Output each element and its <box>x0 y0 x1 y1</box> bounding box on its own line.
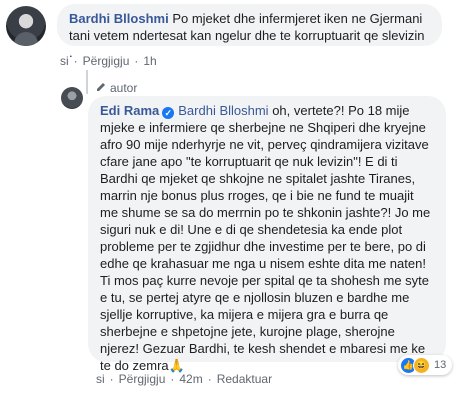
reply-button[interactable]: Përgjigju <box>83 54 130 68</box>
comment-bubble: Bardhi Blloshmi Po mjeket dhe infermjere… <box>57 4 442 60</box>
like-button[interactable]: si <box>60 54 69 68</box>
reply-thread-line <box>86 70 88 94</box>
timestamp-link[interactable]: 1h <box>143 54 156 68</box>
reply-text-line: oh, vertete?! Po 18 mije <box>272 103 410 118</box>
mention-link[interactable]: Bardhi Blloshmi <box>178 103 268 118</box>
reply-text-line: njerez! Gezuar Bardhi, te kesh shendet e… <box>100 341 426 356</box>
comment-actions: si · Përgjigju · 1h <box>60 54 157 68</box>
edited-label[interactable]: Redaktuar <box>217 372 272 386</box>
like-button[interactable]: si <box>96 372 105 386</box>
reply-bubble: Edi Rama ✓ Bardhi Blloshmi oh, vertete?! P… <box>88 96 446 373</box>
reply-text-line: probleme per te zgjidhur dhe investime p… <box>100 239 426 254</box>
reply-text-line: me shume se sa do merrnin po te shkonin … <box>100 205 431 220</box>
separator: · <box>170 372 175 386</box>
reply-text-line: marrin nje bonus plus rroges, qe i bie n… <box>100 188 414 203</box>
haha-reaction-icon: 😆 <box>413 356 430 374</box>
reply-text-line: afro 90 mije nderhyrje ne vit, perveç qi… <box>100 137 429 152</box>
separator: · <box>207 372 212 386</box>
reply-text-line: mjeke e infermiere qe sherbejne ne Shqip… <box>100 120 426 135</box>
separator: · <box>73 54 78 68</box>
verified-badge-icon: ✓ <box>162 107 175 119</box>
reply-text-line: sherbejne e shpetojne jete, kurojne plag… <box>100 324 395 339</box>
author-badge-label: autor <box>110 81 138 95</box>
reaction-count: 13 <box>434 359 447 371</box>
reply-text-line: sjellje korruptive, ka mijera e mijera g… <box>100 307 389 322</box>
reaction-summary[interactable]: 👍 😆 13 <box>398 355 453 375</box>
reply-avatar[interactable] <box>61 87 83 109</box>
reply-text-line: e tu, se pertej atyre qe e njollosin blu… <box>100 290 410 305</box>
reply-button[interactable]: Përgjigju <box>119 372 166 386</box>
comment-author-link[interactable]: Bardhi Blloshmi <box>69 11 169 26</box>
reply-text-line: siguri nuk e di! Une e di qe shendetesia… <box>100 222 403 237</box>
author-badge: autor <box>96 81 137 95</box>
reply-text-line: Ti mos paç kurre nevoje per spital qe ta… <box>100 273 430 288</box>
reply-text-line: cfare jane apo "te korruptuarit qe nuk l… <box>100 154 398 169</box>
separator: · <box>134 54 139 68</box>
reply-text-line: Bardhi qe mjeket qe shkojne ne spitalet … <box>100 171 416 186</box>
reply-actions: si · Përgjigju · 42m · Redaktuar <box>96 372 272 386</box>
avatar[interactable] <box>6 6 46 46</box>
reply-author-link[interactable]: Edi Rama <box>100 103 159 118</box>
comment-text-line1: Po mjeket dhe infermjeret iken ne Gjerma… <box>172 11 423 26</box>
reply-text-line: edhe qe krahasuar me nga u nisem eshte d… <box>100 256 426 271</box>
pencil-icon <box>96 81 106 95</box>
separator: · <box>109 372 114 386</box>
timestamp-link[interactable]: 42m <box>179 372 202 386</box>
